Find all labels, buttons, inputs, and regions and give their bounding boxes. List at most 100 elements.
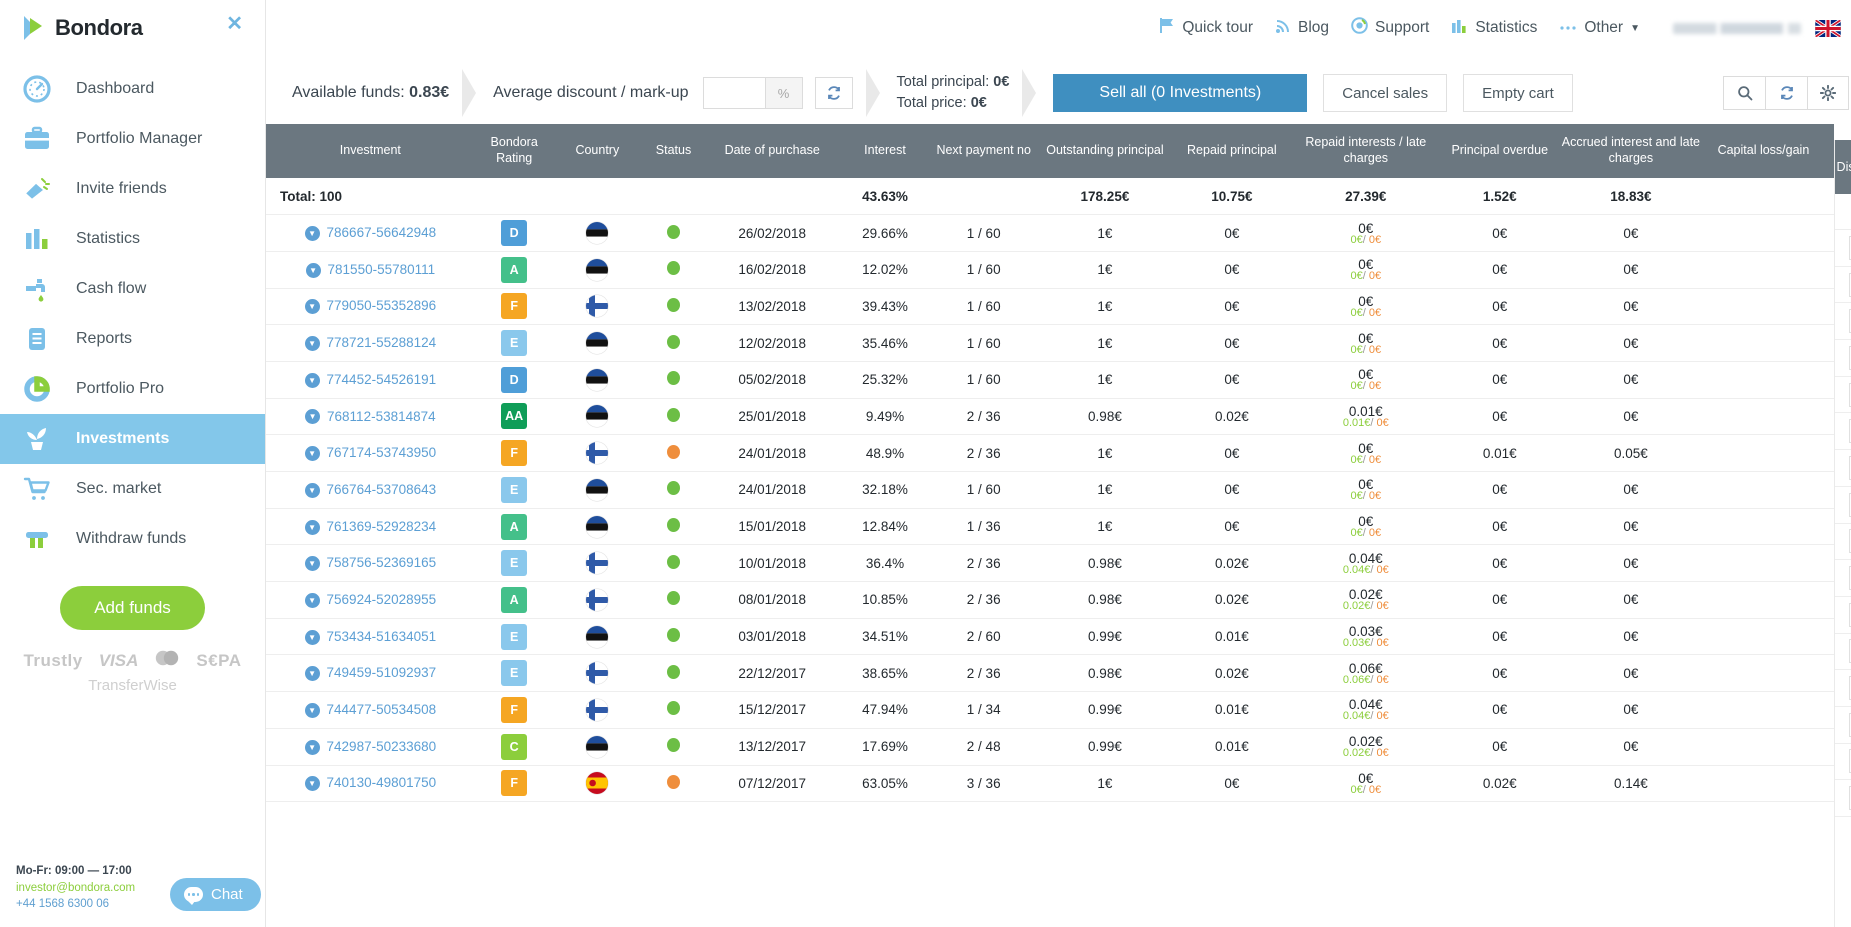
table-row[interactable]: ▼ 774452-54526191 D 05/02/2018 25.32% 1 / 60 1…: [266, 361, 1834, 399]
sidebar-item-statistics[interactable]: Statistics: [0, 214, 265, 264]
investment-cell[interactable]: ▼ 766764-53708643: [266, 471, 475, 509]
investment-cell[interactable]: ▼ 774452-54526191: [266, 361, 475, 399]
investment-cell[interactable]: ▼ 786667-56642948: [266, 214, 475, 252]
cancel-sales-button[interactable]: Cancel sales: [1323, 74, 1448, 112]
sidebar-item-dashboard[interactable]: Dashboard: [0, 64, 265, 114]
investment-cell[interactable]: ▼ 753434-51634051: [266, 618, 475, 656]
refresh-icon[interactable]: [1765, 76, 1807, 110]
investment-id[interactable]: 744477-50534508: [327, 702, 437, 717]
investment-id[interactable]: 749459-51092937: [327, 665, 437, 680]
investment-cell[interactable]: ▼ 740130-49801750: [266, 765, 475, 803]
expand-row-icon[interactable]: ▼: [304, 299, 320, 315]
sidebar-item-cash-flow[interactable]: Cash flow: [0, 264, 265, 314]
table-row[interactable]: ▼ 779050-55352896 F 13/02/2018 39.43% 1 / 60 1…: [266, 288, 1834, 326]
col-header-repaid-interests[interactable]: Repaid interests / late charges: [1289, 124, 1442, 178]
col-header-status[interactable]: Status: [641, 124, 706, 178]
investment-id[interactable]: 778721-55288124: [327, 335, 437, 350]
topnav-other[interactable]: Other ▼: [1548, 19, 1651, 37]
topnav-statistics[interactable]: Statistics: [1440, 18, 1548, 39]
topnav-blog[interactable]: Blog: [1264, 18, 1340, 39]
investment-id[interactable]: 761369-52928234: [327, 519, 437, 534]
investment-id[interactable]: 756924-52028955: [327, 592, 437, 607]
investment-cell[interactable]: ▼ 767174-53743950: [266, 434, 475, 472]
sidebar-item-investments[interactable]: Investments: [0, 414, 265, 464]
sidebar-item-reports[interactable]: Reports: [0, 314, 265, 364]
investment-id[interactable]: 753434-51634051: [327, 629, 437, 644]
table-row[interactable]: ▼ 753434-51634051 E 03/01/2018 34.51% 2 / 60 0…: [266, 618, 1834, 656]
support-email[interactable]: investor@bondora.com: [16, 880, 135, 897]
table-row[interactable]: ▼ 766764-53708643 E 24/01/2018 32.18% 1 / 60 1…: [266, 471, 1834, 509]
col-header-repaid-principal[interactable]: Repaid principal: [1174, 124, 1290, 178]
investment-cell[interactable]: ▼ 761369-52928234: [266, 508, 475, 546]
add-funds-button[interactable]: Add funds: [60, 586, 205, 630]
investment-cell[interactable]: ▼ 781550-55780111: [266, 251, 475, 289]
chat-button[interactable]: Chat: [170, 878, 261, 911]
sidebar-item-invite-friends[interactable]: Invite friends: [0, 164, 265, 214]
expand-row-icon[interactable]: ▼: [304, 556, 320, 572]
table-row[interactable]: ▼ 742987-50233680 C 13/12/2017 17.69% 2 / 48 0…: [266, 728, 1834, 766]
investment-cell[interactable]: ▼ 768112-53814874: [266, 398, 475, 436]
support-phone[interactable]: +44 1568 6300 06: [16, 896, 135, 913]
investment-cell[interactable]: ▼ 744477-50534508: [266, 691, 475, 729]
table-row[interactable]: ▼ 740130-49801750 F 07/12/2017 63.05% 3 / 36 1…: [266, 765, 1834, 803]
col-header-outstanding-principal[interactable]: Outstanding principal: [1035, 124, 1175, 178]
col-header-capital-loss-gain[interactable]: Capital loss/gain: [1704, 124, 1823, 178]
sidebar-item-portfolio-pro[interactable]: Portfolio Pro: [0, 364, 265, 414]
investment-cell[interactable]: ▼ 779050-55352896: [266, 288, 475, 326]
expand-row-icon[interactable]: ▼: [304, 629, 320, 645]
sidebar-item-sec-market[interactable]: Sec. market: [0, 464, 265, 514]
refresh-discount-button[interactable]: [814, 77, 853, 109]
table-row[interactable]: ▼ 749459-51092937 E 22/12/2017 38.65% 2 / 36 0…: [266, 654, 1834, 693]
expand-row-icon[interactable]: ▼: [305, 409, 321, 425]
investment-id[interactable]: 740130-49801750: [327, 775, 437, 790]
expand-row-icon[interactable]: ▼: [304, 666, 320, 682]
expand-row-icon[interactable]: ▼: [304, 336, 320, 352]
sidebar-item-portfolio-manager[interactable]: Portfolio Manager: [0, 114, 265, 164]
investment-id[interactable]: 774452-54526191: [327, 372, 437, 387]
topnav-support[interactable]: Support: [1340, 17, 1440, 39]
expand-row-icon[interactable]: ▼: [304, 739, 320, 755]
col-header-principal-overdue[interactable]: Principal overdue: [1441, 124, 1558, 178]
table-row[interactable]: ▼ 744477-50534508 F 15/12/2017 47.94% 1 / 34 0…: [266, 691, 1834, 729]
col-header-bondora-rating[interactable]: Bondora Rating: [474, 124, 554, 178]
user-name-redacted[interactable]: [1673, 22, 1801, 34]
expand-row-icon[interactable]: ▼: [304, 226, 320, 241]
col-header-interest[interactable]: Interest: [838, 124, 932, 178]
table-row[interactable]: ▼ 781550-55780111 A 16/02/2018 12.02% 1 / 60 1…: [266, 251, 1834, 289]
expand-row-icon[interactable]: ▼: [304, 592, 320, 608]
investment-cell[interactable]: ▼ 758756-52369165: [266, 544, 475, 583]
col-header-discount-markup[interactable]: Discount / mark-up: [1835, 160, 1851, 174]
investment-cell[interactable]: ▼ 756924-52028955: [266, 581, 475, 619]
table-row[interactable]: ▼ 786667-56642948 D 26/02/2018 29.66% 1 / 60 1…: [266, 214, 1834, 252]
investment-id[interactable]: 779050-55352896: [327, 298, 437, 313]
gear-icon[interactable]: [1807, 76, 1849, 110]
empty-cart-button[interactable]: Empty cart: [1463, 74, 1573, 112]
topnav-quick-tour[interactable]: Quick tour: [1148, 17, 1264, 39]
search-icon[interactable]: [1723, 76, 1765, 110]
investment-id[interactable]: 742987-50233680: [327, 739, 437, 754]
investment-id[interactable]: 766764-53708643: [327, 482, 437, 497]
table-row[interactable]: ▼ 761369-52928234 A 15/01/2018 12.84% 1 / 36 1…: [266, 508, 1834, 546]
expand-row-icon[interactable]: ▼: [304, 482, 320, 498]
col-header-date-of-purchase[interactable]: Date of purchase: [705, 124, 839, 178]
sell-all-button[interactable]: Sell all (0 Investments): [1053, 74, 1308, 112]
col-header-next-payment-no[interactable]: Next payment no: [931, 124, 1036, 178]
expand-row-icon[interactable]: ▼: [305, 262, 321, 278]
close-icon[interactable]: ✕: [226, 14, 243, 34]
table-row[interactable]: ▼ 758756-52369165 E 10/01/2018 36.4% 2 / 36 0.…: [266, 544, 1834, 583]
investment-id[interactable]: 758756-52369165: [327, 555, 437, 570]
expand-row-icon[interactable]: ▼: [304, 519, 320, 535]
investment-cell[interactable]: ▼ 749459-51092937: [266, 654, 475, 693]
uk-flag-icon[interactable]: [1815, 19, 1841, 37]
expand-row-icon[interactable]: ▼: [304, 372, 320, 388]
col-header-investment[interactable]: Investment: [266, 124, 475, 178]
table-row[interactable]: ▼ 767174-53743950 F 24/01/2018 48.9% 2 / 36 1€…: [266, 434, 1834, 472]
investment-id[interactable]: 768112-53814874: [327, 409, 436, 424]
investment-id[interactable]: 781550-55780111: [328, 262, 436, 277]
average-discount-input[interactable]: [702, 77, 765, 109]
sidebar-item-withdraw-funds[interactable]: Withdraw funds: [0, 514, 265, 564]
expand-row-icon[interactable]: ▼: [304, 446, 320, 462]
col-header-country[interactable]: Country: [553, 124, 642, 178]
table-row[interactable]: ▼ 768112-53814874 AA 25/01/2018 9.49% 2 / 36 0…: [266, 398, 1834, 436]
expand-row-icon[interactable]: ▼: [304, 776, 320, 792]
